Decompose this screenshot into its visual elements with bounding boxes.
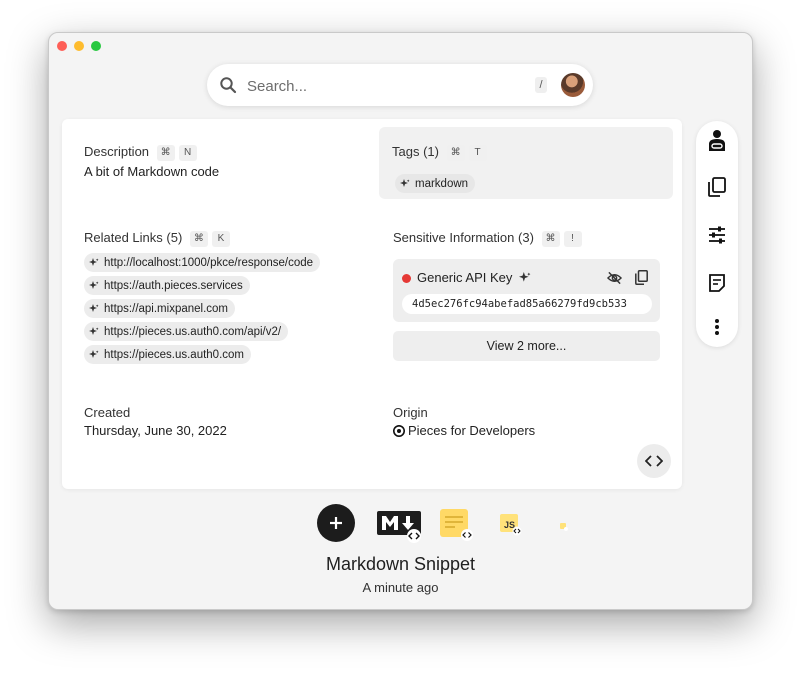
- pieces-logo-icon: [393, 424, 405, 437]
- format-markdown[interactable]: [377, 509, 425, 548]
- more-options-button[interactable]: [707, 317, 727, 337]
- code-icon: [645, 455, 663, 467]
- description-title: Description: [84, 144, 150, 159]
- zoom-window-button[interactable]: [91, 41, 101, 51]
- more-vertical-icon: [715, 319, 719, 335]
- eye-off-icon[interactable]: [607, 271, 622, 285]
- tags-header: Tags (1) ⌘ T: [392, 144, 487, 161]
- close-window-button[interactable]: [57, 41, 67, 51]
- related-link-chip[interactable]: https://auth.pieces.services: [84, 276, 250, 295]
- search-icon: [220, 77, 237, 94]
- share-user-button[interactable]: [707, 130, 727, 151]
- origin-value-row: Pieces for Developers: [393, 423, 535, 438]
- sensitive-item-name: Generic API Key: [417, 270, 513, 285]
- related-link-chip[interactable]: https://api.mixpanel.com: [84, 299, 236, 318]
- tags-shortcut-cmd: ⌘: [446, 144, 465, 161]
- note-icon: [440, 509, 473, 541]
- format-small[interactable]: [559, 519, 569, 537]
- related-link-text: http://localhost:1000/pkce/response/code: [104, 256, 314, 269]
- sparkle-icon: [89, 280, 99, 289]
- sparkle-icon: [519, 272, 531, 282]
- description-shortcut-cmd: ⌘: [156, 144, 175, 161]
- created-title: Created: [84, 405, 131, 420]
- side-toolbar: [696, 121, 738, 347]
- snippet-title[interactable]: Markdown Snippet: [49, 554, 752, 575]
- search-bar[interactable]: /: [207, 64, 593, 106]
- search-shortcut-key: /: [535, 77, 547, 93]
- tag-label: markdown: [415, 177, 469, 190]
- related-link-chip[interactable]: http://localhost:1000/pkce/response/code: [84, 253, 321, 272]
- related-link-text: https://api.mixpanel.com: [104, 302, 229, 315]
- sensitive-info-title: Sensitive Information (3): [393, 230, 534, 245]
- sliders-icon: [709, 226, 725, 244]
- tags-title: Tags (1): [392, 144, 439, 159]
- sensitive-item-value[interactable]: 4d5ec276fc94abefad85a66279fd9cb533: [402, 294, 652, 314]
- description-text[interactable]: A bit of Markdown code: [84, 164, 219, 179]
- copy-icon[interactable]: [635, 270, 648, 285]
- avatar[interactable]: [561, 73, 585, 97]
- origin-value: Pieces for Developers: [408, 423, 536, 438]
- sensitive-info-header: Sensitive Information (3) ⌘!: [393, 230, 582, 247]
- sparkle-icon: [89, 303, 99, 312]
- user-link-icon: [709, 130, 725, 151]
- note-icon: [709, 274, 725, 292]
- plus-icon: [330, 517, 342, 529]
- settings-button[interactable]: [707, 225, 727, 245]
- related-link-chip[interactable]: https://pieces.us.auth0.com: [84, 345, 251, 364]
- add-snippet-button[interactable]: [317, 504, 355, 542]
- related-links-title: Related Links (5): [84, 230, 183, 245]
- tag-chip[interactable]: markdown: [395, 174, 476, 193]
- severity-dot: [402, 274, 411, 283]
- format-javascript[interactable]: JS: [499, 513, 525, 542]
- snippet-details-card: Description ⌘ N A bit of Markdown code Ta…: [62, 119, 682, 489]
- related-link-text: https://pieces.us.auth0.com/api/v2/: [104, 325, 282, 338]
- app-window: / Description ⌘N A bit of Markdown code …: [48, 32, 753, 610]
- description-header: Description ⌘ N: [84, 144, 197, 161]
- view-code-button[interactable]: [637, 444, 671, 478]
- origin-title: Origin: [393, 405, 428, 420]
- sparkle-icon: [89, 326, 99, 335]
- sparkle-icon: [89, 349, 99, 358]
- related-links-shortcut-key: K: [211, 230, 230, 247]
- small-format-icon: [560, 523, 568, 531]
- copy-button[interactable]: [707, 177, 727, 197]
- sensitive-shortcut-cmd: ⌘: [541, 230, 560, 247]
- copy-icon: [708, 177, 726, 197]
- search-input[interactable]: [245, 73, 529, 99]
- javascript-icon: JS: [500, 514, 522, 536]
- sparkle-icon: [89, 257, 99, 266]
- related-link-text: https://pieces.us.auth0.com: [104, 348, 244, 361]
- related-link-chip[interactable]: https://pieces.us.auth0.com/api/v2/: [84, 322, 289, 341]
- description-shortcut-key: N: [178, 144, 197, 161]
- tags-panel: Tags (1) ⌘ T markdown: [379, 127, 673, 199]
- related-link-text: https://auth.pieces.services: [104, 279, 243, 292]
- related-links-header: Related Links (5) ⌘ K: [84, 230, 230, 247]
- created-value: Thursday, June 30, 2022: [84, 423, 227, 438]
- related-links-shortcut-cmd: ⌘: [189, 230, 208, 247]
- sensitive-item-card: Generic API Key 4d5ec276fc94abefad85a662…: [393, 259, 660, 322]
- minimize-window-button[interactable]: [74, 41, 84, 51]
- view-more-button[interactable]: View 2 more...: [393, 331, 660, 361]
- format-note[interactable]: [439, 508, 475, 547]
- sparkle-icon: [400, 178, 410, 187]
- markdown-icon: [377, 511, 421, 543]
- snippet-timestamp: A minute ago: [362, 580, 439, 595]
- tags-shortcut-key: T: [468, 144, 487, 161]
- sensitive-shortcut-key: !: [563, 230, 582, 247]
- annotations-button[interactable]: [707, 273, 727, 293]
